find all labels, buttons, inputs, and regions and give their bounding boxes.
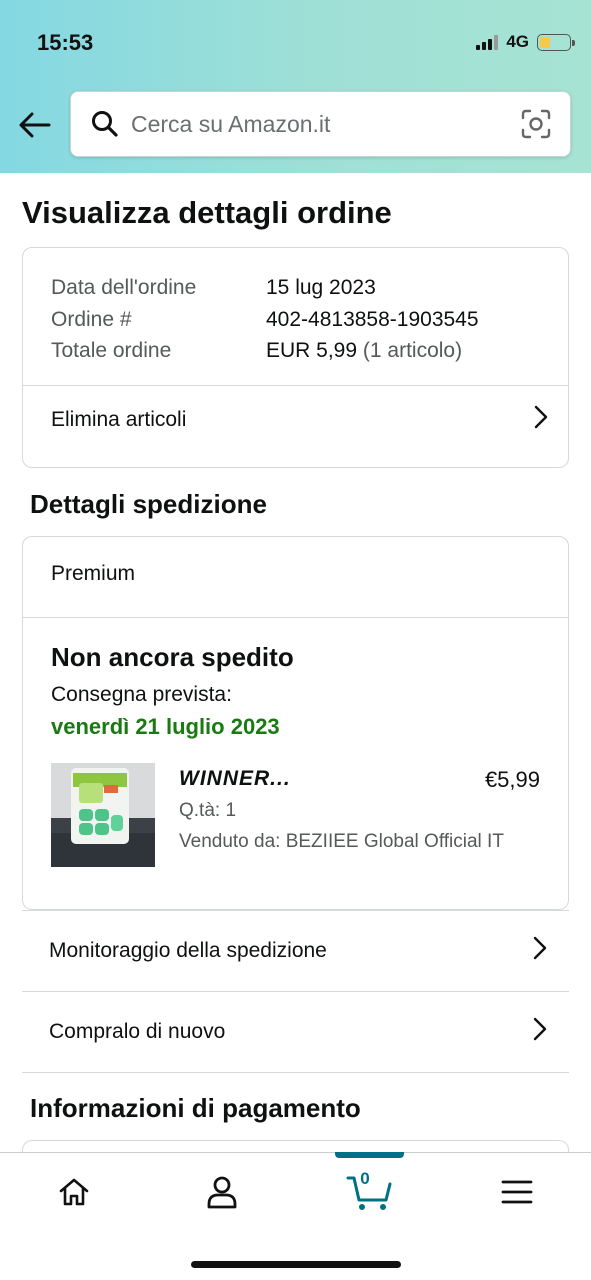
active-tab-indicator	[335, 1152, 404, 1158]
order-item-count: (1 articolo)	[362, 339, 463, 362]
order-total-value: EUR 5,99 (1 articolo)	[266, 339, 463, 362]
chevron-right-icon	[533, 936, 547, 966]
track-shipment-label: Monitoraggio della spedizione	[49, 939, 327, 962]
home-indicator	[191, 1261, 401, 1268]
camera-scan-icon[interactable]	[516, 109, 556, 139]
shipping-card: Premium Non ancora spedito Consegna prev…	[22, 536, 569, 910]
order-number-value: 402-4813858-1903545	[266, 307, 479, 331]
chevron-right-icon	[534, 405, 548, 435]
expected-delivery-date: venerdì 21 luglio 2023	[51, 714, 280, 739]
product-price: €5,99	[484, 767, 540, 792]
order-total-row: Totale ordine EUR 5,99 (1 articolo)	[51, 335, 568, 367]
divider	[23, 617, 568, 618]
signal-icon	[476, 34, 499, 50]
search-bar[interactable]	[70, 91, 571, 157]
product-title[interactable]: WINNER...	[179, 767, 291, 791]
status-time: 15:53	[37, 30, 94, 55]
order-number-row: Ordine # 402-4813858-1903545	[51, 304, 568, 336]
track-shipment-row[interactable]: Monitoraggio della spedizione	[22, 910, 569, 991]
home-icon[interactable]	[39, 1167, 109, 1217]
order-total-label: Totale ordine	[51, 339, 172, 362]
order-number-label: Ordine #	[51, 307, 132, 331]
menu-icon[interactable]	[482, 1167, 552, 1217]
shipping-section-title: Dettagli spedizione	[30, 489, 267, 519]
battery-icon	[537, 33, 575, 51]
shipping-status: Non ancora spedito	[51, 642, 294, 672]
delete-items-link[interactable]: Elimina articoli	[51, 405, 548, 435]
delete-items-label: Elimina articoli	[51, 408, 187, 431]
bottom-nav: 0	[0, 1152, 591, 1280]
order-date-row: Data dell'ordine 15 lug 2023	[51, 272, 568, 304]
order-summary-card: Data dell'ordine 15 lug 2023 Ordine # 40…	[22, 247, 569, 468]
back-arrow-icon[interactable]	[16, 106, 54, 144]
chevron-right-icon	[533, 1017, 547, 1047]
search-icon[interactable]	[85, 110, 125, 138]
page-title: Visualizza dettagli ordine	[22, 195, 392, 230]
order-date-value: 15 lug 2023	[266, 276, 376, 299]
buy-again-label: Compralo di nuovo	[49, 1020, 226, 1043]
cart-icon[interactable]: 0	[335, 1167, 405, 1217]
product-quantity: Q.tà: 1	[179, 800, 237, 821]
account-icon[interactable]	[187, 1167, 257, 1217]
app-header: 15:53 4G	[0, 0, 591, 173]
buy-again-row[interactable]: Compralo di nuovo	[22, 991, 569, 1073]
payment-section-title: Informazioni di pagamento	[30, 1093, 361, 1123]
product-seller: Venduto da: BEZIIEE Global Official IT	[179, 831, 504, 852]
status-bar-right: 4G	[476, 32, 575, 52]
expected-delivery-label: Consegna prevista:	[51, 683, 232, 706]
search-input[interactable]	[131, 110, 516, 138]
cart-count: 0	[360, 1169, 370, 1188]
network-type: 4G	[506, 32, 529, 51]
battery-level	[540, 36, 550, 48]
divider	[23, 385, 568, 386]
product-image[interactable]	[51, 763, 155, 867]
shipping-method: Premium	[51, 562, 136, 585]
order-date-label: Data dell'ordine	[51, 276, 197, 299]
